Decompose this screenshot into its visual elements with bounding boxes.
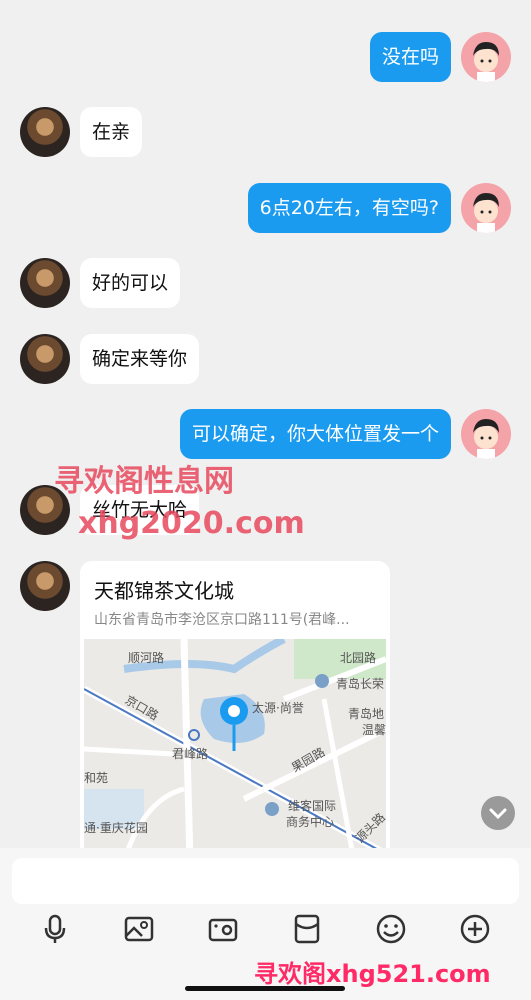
- map-label: 太源·尚誉: [252, 701, 304, 715]
- map-label: 君峰路: [172, 747, 209, 761]
- emoji-button[interactable]: [374, 912, 408, 946]
- message-bubble-received[interactable]: 好的可以: [80, 258, 181, 308]
- camera-button[interactable]: [206, 912, 240, 946]
- scroll-down-button[interactable]: [481, 796, 515, 830]
- message-bubble-sent[interactable]: 可以确定，你大体位置发一个: [179, 409, 451, 459]
- red-packet-icon: [294, 914, 320, 944]
- map-roads: [84, 639, 386, 848]
- map-label: 顺河路: [128, 651, 165, 665]
- watermark-text: 寻欢阁性息网: [54, 464, 234, 499]
- contact-avatar[interactable]: [20, 561, 70, 611]
- message-bubble-received[interactable]: 在亲: [80, 107, 143, 157]
- contact-avatar[interactable]: [20, 334, 70, 384]
- my-avatar[interactable]: [461, 32, 511, 82]
- contact-avatar[interactable]: [20, 107, 70, 157]
- map-label: 温馨: [362, 723, 386, 737]
- my-avatar[interactable]: [461, 183, 511, 233]
- location-map[interactable]: 顺河路 北园路 青岛长荣 京口路 太源·尚誉 青岛地 温馨 君峰路 果园路 和苑…: [84, 639, 386, 848]
- red-packet-button[interactable]: [290, 912, 324, 946]
- voice-button[interactable]: [38, 912, 72, 946]
- photo-icon: [124, 916, 154, 942]
- message-input[interactable]: [12, 858, 519, 904]
- more-button[interactable]: [458, 912, 492, 946]
- chevron-down-icon: [489, 808, 507, 820]
- plus-icon: [460, 914, 490, 944]
- camera-icon: [208, 918, 238, 942]
- message-bubble-sent[interactable]: 没在吗: [369, 32, 451, 82]
- map-label: 商务中心: [286, 815, 335, 829]
- contact-avatar[interactable]: [20, 258, 70, 308]
- map-label: 青岛地: [348, 707, 385, 721]
- my-avatar[interactable]: [461, 409, 511, 459]
- map-label: 通·重庆花园: [84, 821, 148, 835]
- map-label: 北园路: [340, 651, 377, 665]
- photo-button[interactable]: [122, 912, 156, 946]
- message-bubble-sent[interactable]: 6点20左右，有空吗?: [247, 183, 451, 233]
- location-title: 天都锦茶文化城: [94, 579, 234, 603]
- location-address: 山东省青岛市李沧区京口路111号(君峰...: [94, 612, 350, 628]
- emoji-icon: [376, 914, 406, 944]
- map-label: 维客国际: [288, 799, 337, 813]
- message-bubble-received[interactable]: 确定来等你: [80, 334, 200, 384]
- chat-area[interactable]: 没在吗 在亲 6点20左右，有空吗? 好的可以 确定来等你 可以确定，你大体位置…: [0, 0, 531, 848]
- watermark-text: 寻欢阁xhg521.com: [254, 960, 491, 988]
- microphone-icon: [44, 914, 66, 943]
- map-label: 青岛长荣: [336, 677, 385, 691]
- map-label: 和苑: [84, 771, 109, 785]
- location-card[interactable]: 天都锦茶文化城 山东省青岛市李沧区京口路111号(君峰... 顺河路 北园路 青…: [80, 561, 390, 848]
- watermark-text: xhg2020.com: [78, 506, 305, 541]
